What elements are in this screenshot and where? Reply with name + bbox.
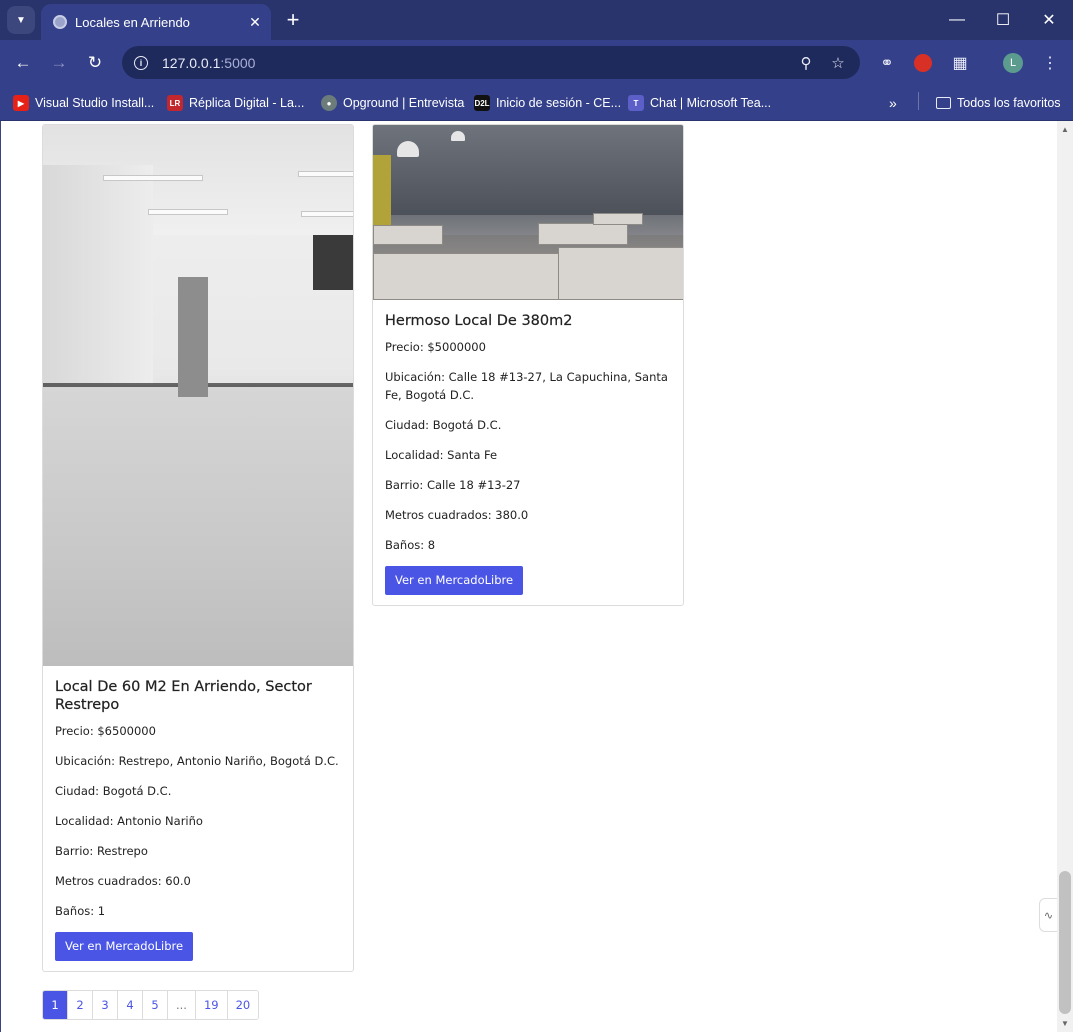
address-bar[interactable]: i 127.0.0.1:5000 ⚲ ☆: [122, 46, 860, 79]
listing-bathrooms: Baños: 1: [55, 904, 106, 918]
listing-photo: [373, 125, 683, 300]
back-button[interactable]: ←: [8, 48, 38, 78]
bookmark-label: Visual Studio Install...: [35, 96, 155, 110]
listing-location: Ubicación: Restrepo, Antonio Nariño, Bog…: [55, 754, 339, 768]
bookmark-teams[interactable]: T Chat | Microsoft Tea...: [628, 92, 771, 114]
scroll-up-icon[interactable]: ▲: [1061, 125, 1069, 134]
listing-title: Hermoso Local De 380m2: [385, 313, 573, 329]
bookmark-d2l[interactable]: D2L Inicio de sesión - CE...: [474, 92, 621, 114]
menu-dots-icon[interactable]: ⋮: [1035, 48, 1065, 78]
profile-button[interactable]: L: [998, 48, 1028, 78]
sidebar-toggle-icon: ∿: [1043, 909, 1054, 922]
listing-neighborhood: Barrio: Calle 18 #13-27: [385, 478, 521, 492]
all-bookmarks-folder[interactable]: Todos los favoritos: [936, 92, 1061, 114]
side-panel-handle[interactable]: ∿: [1039, 898, 1057, 932]
view-mercadolibre-button[interactable]: Ver en MercadoLibre: [385, 566, 524, 595]
youtube-icon: ▶: [13, 95, 29, 111]
page-ellipsis: ...: [168, 991, 196, 1019]
zoom-icon[interactable]: ⚲: [790, 54, 822, 72]
teams-icon: T: [628, 95, 644, 111]
star-icon[interactable]: ☆: [822, 54, 854, 72]
listing-neighborhood: Barrio: Restrepo: [55, 844, 148, 858]
extension-arc-icon[interactable]: ⚭: [872, 48, 902, 78]
all-bookmarks-label: Todos los favoritos: [957, 96, 1061, 110]
pagination: 1 2 3 4 5 ... 19 20: [42, 990, 260, 1020]
browser-titlebar: ▼ Locales en Arriendo ✕ + — ☐ ✕: [0, 0, 1073, 40]
new-tab-button[interactable]: +: [281, 7, 305, 32]
bookmarks-bar: ▶ Visual Studio Install... LR Réplica Di…: [0, 85, 1073, 121]
bookmark-label: Inicio de sesión - CE...: [496, 96, 622, 110]
bookmark-opground[interactable]: ● Opground | Entrevista: [321, 92, 464, 114]
tab-search-button[interactable]: ▼: [7, 6, 35, 34]
globe-icon: [53, 15, 67, 29]
extensions-puzzle-icon[interactable]: ▦: [945, 48, 975, 78]
listing-price: Precio: $6500000: [55, 724, 156, 738]
listing-area: Metros cuadrados: 60.0: [55, 874, 191, 888]
view-mercadolibre-button[interactable]: Ver en MercadoLibre: [55, 932, 194, 961]
page-link-4[interactable]: 4: [118, 991, 143, 1019]
site-info-icon[interactable]: i: [126, 55, 156, 70]
stop-hand-icon[interactable]: [908, 48, 938, 78]
d2l-icon: D2L: [474, 95, 490, 111]
page-link-5[interactable]: 5: [143, 991, 168, 1019]
url-host: 127.0.0.1: [162, 54, 221, 71]
minimize-button[interactable]: —: [934, 0, 980, 40]
browser-tab[interactable]: Locales en Arriendo ✕: [41, 4, 271, 40]
opground-icon: ●: [321, 95, 337, 111]
forward-button[interactable]: →: [44, 48, 74, 78]
bookmark-label: Opground | Entrevista: [343, 96, 465, 110]
tab-title: Locales en Arriendo: [75, 14, 190, 30]
listing-card: Hermoso Local De 380m2 Precio: $5000000 …: [372, 124, 684, 606]
listing-city: Ciudad: Bogotá D.C.: [55, 784, 172, 798]
maximize-button[interactable]: ☐: [980, 0, 1026, 40]
chevron-down-icon: ▼: [16, 14, 26, 26]
bookmark-visual-studio[interactable]: ▶ Visual Studio Install...: [13, 92, 154, 114]
bookmarks-divider: [918, 92, 919, 110]
listing-title: Local De 60 M2 En Arriendo, Sector Restr…: [55, 679, 312, 713]
avatar: L: [1003, 53, 1023, 73]
listing-card: Local De 60 M2 En Arriendo, Sector Restr…: [42, 124, 354, 972]
page-viewport: Local De 60 M2 En Arriendo, Sector Restr…: [0, 121, 1057, 1032]
close-tab-icon[interactable]: ✕: [243, 10, 267, 34]
listing-photo: [43, 125, 353, 666]
folder-icon: [936, 97, 951, 109]
lr-icon: LR: [167, 95, 183, 111]
reload-button[interactable]: ↻: [80, 48, 110, 78]
page-link-1[interactable]: 1: [43, 991, 68, 1019]
page-link-20[interactable]: 20: [227, 991, 259, 1019]
page-scrollbar[interactable]: ▲ ▼: [1057, 121, 1073, 1032]
listing-location: Ubicación: Calle 18 #13-27, La Capuchina…: [385, 370, 668, 402]
page-link-19[interactable]: 19: [195, 991, 228, 1019]
listing-bathrooms: Baños: 8: [385, 538, 436, 552]
close-window-button[interactable]: ✕: [1026, 0, 1072, 40]
bookmark-replica-digital[interactable]: LR Réplica Digital - La...: [167, 92, 304, 114]
url-text[interactable]: 127.0.0.1:5000: [162, 55, 790, 71]
listing-price: Precio: $5000000: [385, 340, 486, 354]
scrollbar-thumb[interactable]: [1059, 871, 1071, 1014]
listing-locality: Localidad: Santa Fe: [385, 448, 498, 462]
page-link-3[interactable]: 3: [93, 991, 118, 1019]
listing-city: Ciudad: Bogotá D.C.: [385, 418, 502, 432]
more-bookmarks-icon[interactable]: »: [889, 92, 897, 114]
url-port: :5000: [220, 54, 256, 71]
bookmark-label: Réplica Digital - La...: [189, 96, 305, 110]
page-link-2[interactable]: 2: [68, 991, 93, 1019]
scroll-down-icon[interactable]: ▼: [1061, 1019, 1069, 1028]
listing-area: Metros cuadrados: 380.0: [385, 508, 529, 522]
bookmark-label: Chat | Microsoft Tea...: [650, 96, 772, 110]
browser-toolbar: ← → ↻ i 127.0.0.1:5000 ⚲ ☆ ⚭ ▦ L ⋮: [0, 40, 1073, 85]
listing-locality: Localidad: Antonio Nariño: [55, 814, 203, 828]
